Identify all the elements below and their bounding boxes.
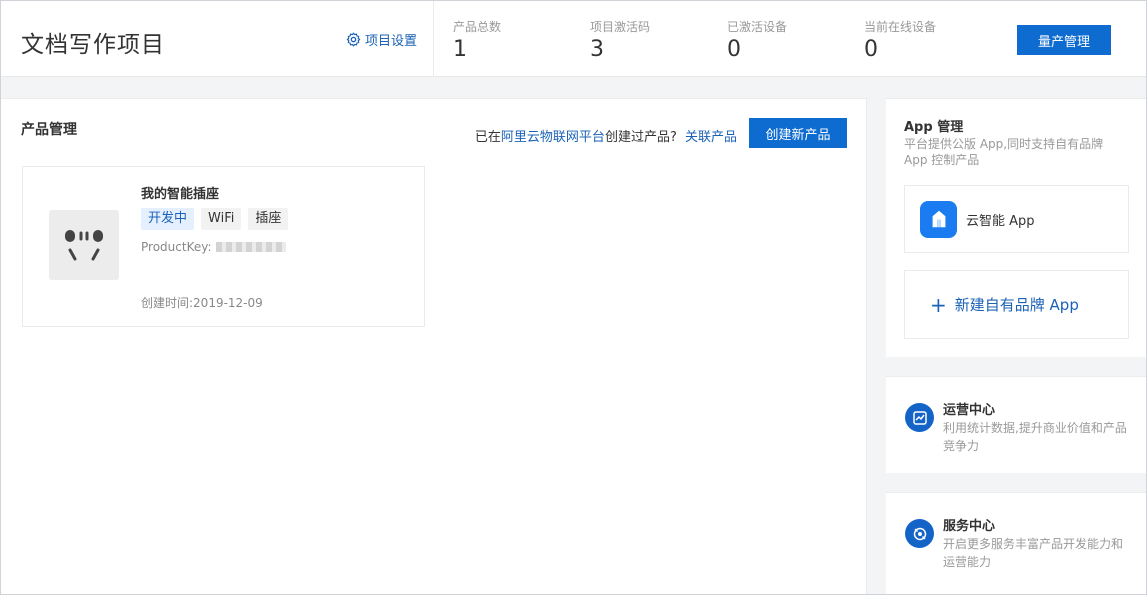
link-middle-text: 创建过产品?: [604, 130, 677, 145]
header-divider: [433, 1, 434, 77]
page-frame: 文档写作项目 项目设置 产品总数 1 项目激活码 3 已激活设备 0 当前在线设…: [0, 0, 1147, 595]
stat-value: 0: [864, 37, 878, 62]
associate-product-link[interactable]: 关联产品: [685, 130, 737, 145]
operations-center-title: 运营中心: [943, 403, 996, 418]
product-tags: 开发中 WiFi 插座: [141, 208, 289, 230]
app-management-title: App 管理: [904, 120, 964, 135]
cloud-smart-app-item[interactable]: 云智能 App: [904, 185, 1129, 253]
gear-icon: [346, 32, 361, 47]
product-key-label: ProductKey:: [141, 240, 212, 254]
power-socket-icon: [49, 210, 119, 280]
new-brand-app-button[interactable]: + 新建自有品牌 App: [904, 270, 1129, 339]
stat-online-devices: 当前在线设备 0: [864, 18, 936, 63]
project-settings-link[interactable]: 项目设置: [346, 30, 417, 49]
product-management-title: 产品管理: [21, 122, 77, 138]
project-settings-label: 项目设置: [365, 34, 418, 49]
new-brand-app-label: 新建自有品牌 App: [954, 296, 1079, 314]
cloud-smart-app-label: 云智能 App: [966, 213, 1035, 229]
product-key-row: ProductKey:: [141, 240, 286, 254]
service-center-description: 开启更多服务丰富产品开发能力和运营能力: [943, 537, 1124, 569]
stat-label: 项目激活码: [590, 20, 651, 34]
stat-product-count: 产品总数 1: [453, 18, 501, 63]
status-badge: 开发中: [141, 208, 195, 230]
stat-activation-codes: 项目激活码 3: [590, 18, 650, 63]
mass-production-button[interactable]: 量产管理: [1017, 25, 1111, 55]
product-key-masked-value: [215, 242, 286, 252]
cloud-smart-app-logo-icon: [920, 200, 957, 238]
link-prefix-text: 已在: [474, 130, 501, 145]
analytics-icon: [905, 403, 934, 432]
product-name: 我的智能插座: [141, 187, 220, 202]
stat-value: 3: [590, 37, 604, 62]
tag-network: WiFi: [201, 208, 242, 230]
plus-icon: +: [930, 292, 947, 317]
product-card[interactable]: 我的智能插座 开发中 WiFi 插座 ProductKey: 创建时间:2019…: [22, 166, 425, 327]
app-management-card: App 管理 平台提供公版 App,同时支持自有品牌 App 控制产品 云智能 …: [886, 98, 1146, 357]
tag-category: 插座: [248, 208, 289, 230]
create-product-button[interactable]: 创建新产品: [749, 118, 847, 148]
operations-center-card[interactable]: 运营中心 利用统计数据,提升商业价值和产品竞争力: [886, 376, 1146, 473]
operations-center-description: 利用统计数据,提升商业价值和产品竞争力: [943, 421, 1127, 453]
stat-value: 0: [727, 37, 741, 62]
service-icon: [905, 519, 934, 548]
stat-activated-devices: 已激活设备 0: [727, 18, 787, 63]
stat-label: 当前在线设备: [864, 20, 937, 34]
stat-label: 产品总数: [453, 20, 502, 34]
created-time-row: 创建时间:2019-12-09: [141, 294, 263, 311]
project-header: 文档写作项目 项目设置 产品总数 1 项目激活码 3 已激活设备 0 当前在线设…: [1, 1, 1146, 77]
service-center-card[interactable]: 服务中心 开启更多服务丰富产品开发能力和运营能力: [886, 492, 1146, 594]
stat-label: 已激活设备: [727, 20, 788, 34]
created-label: 创建时间:: [141, 296, 194, 310]
created-date: 2019-12-09: [193, 296, 263, 310]
app-management-description: 平台提供公版 App,同时支持自有品牌 App 控制产品: [904, 137, 1104, 167]
iot-platform-link[interactable]: 阿里云物联网平台: [501, 130, 605, 145]
service-center-title: 服务中心: [943, 519, 996, 534]
product-management-panel: 产品管理 已在阿里云物联网平台创建过产品? 关联产品 创建新产品 我的智能插座: [1, 98, 867, 594]
project-title: 文档写作项目: [21, 32, 165, 58]
associate-product-row: 已在阿里云物联网平台创建过产品? 关联产品: [475, 126, 737, 145]
stat-value: 1: [453, 37, 467, 62]
